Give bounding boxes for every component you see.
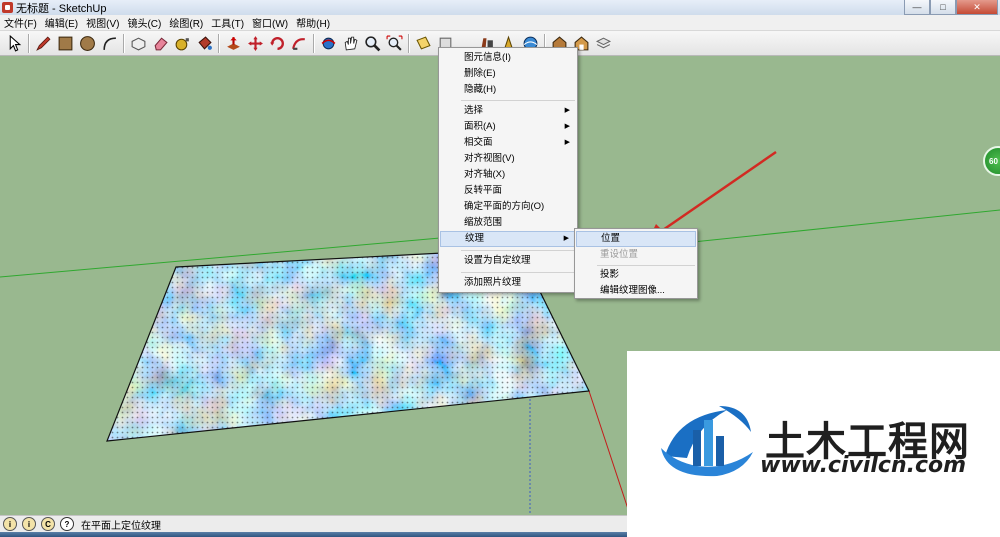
toolbar-separator (408, 33, 409, 53)
menu-file[interactable]: 文件(F) (0, 15, 41, 30)
ctx-separator (461, 100, 575, 101)
ctx-item-label: 面积(A) (464, 121, 496, 132)
ctx-zoom-selection[interactable]: 缩放范围 (440, 215, 576, 231)
section-plane-icon[interactable] (413, 33, 433, 53)
ctx-area[interactable]: 面积(A) ▶ (440, 119, 576, 135)
help-icon[interactable]: ? (60, 517, 74, 531)
geo-location-icon[interactable]: i (3, 517, 17, 531)
menu-bar: 文件(F) 编辑(E) 视图(V) 镜头(C) 绘图(R) 工具(T) 窗口(W… (0, 15, 1000, 31)
circle-icon[interactable] (77, 33, 97, 53)
rectangle-icon[interactable] (55, 33, 75, 53)
ctx-orient-faces[interactable]: 确定平面的方向(O) (440, 199, 576, 215)
ctx-item-label: 对齐轴(X) (464, 169, 506, 180)
move-icon[interactable] (245, 33, 265, 53)
push-pull-icon[interactable] (223, 33, 243, 53)
zoom-icon[interactable] (362, 33, 382, 53)
ctx-add-photo-texture[interactable]: 添加照片纹理 (440, 275, 576, 291)
zoom-extents-icon[interactable] (384, 33, 404, 53)
orbit-icon[interactable] (318, 33, 338, 53)
menu-camera[interactable]: 镜头(C) (123, 15, 165, 30)
toolbar-separator (28, 33, 29, 53)
ctx-item-label: 隐藏(H) (464, 84, 497, 95)
watermark-url-text: www.civilcn.com (760, 453, 967, 478)
ctx-item-label: 添加照片纹理 (464, 277, 522, 288)
sketchup-logo-icon (2, 2, 13, 13)
texture-submenu: 位置 重设位置 投影 编辑纹理图像... (574, 228, 698, 299)
ctx-item-label: 纹理 (465, 233, 485, 244)
pan-icon[interactable] (340, 33, 360, 53)
ctx-entity-info[interactable]: 图元信息(I) (440, 50, 576, 66)
make-component-icon[interactable] (128, 33, 148, 53)
annotation-arrow (659, 150, 777, 234)
pencil-icon[interactable] (33, 33, 53, 53)
status-message: 在平面上定位纹理 (81, 520, 161, 532)
ctx-item-label: 相交面 (464, 137, 493, 148)
minimize-button[interactable]: — (904, 0, 930, 15)
submenu-position[interactable]: 位置 (576, 231, 696, 247)
layer-icon[interactable] (593, 33, 613, 53)
ctx-item-label: 缩放范围 (464, 217, 503, 228)
submenu-arrow-icon: ▶ (563, 235, 569, 242)
menu-view[interactable]: 视图(V) (82, 15, 123, 30)
ctx-item-label: 删除(E) (464, 68, 496, 79)
toolbar-separator (123, 33, 124, 53)
submenu-arrow-icon: ▶ (564, 123, 570, 130)
red-axis-line (588, 390, 631, 515)
context-menu: 图元信息(I) 删除(E) 隐藏(H) 选择 ▶ 面积(A) ▶ 相交面 ▶ 对齐视图… (438, 47, 578, 293)
menu-tools[interactable]: 工具(T) (207, 15, 248, 30)
ctx-separator (461, 272, 575, 273)
window-title: 无标题 - SketchUp (16, 2, 107, 15)
paint-bucket-icon[interactable] (194, 33, 214, 53)
eraser-icon[interactable] (150, 33, 170, 53)
select-arrow-icon[interactable] (4, 33, 24, 53)
ctx-item-label: 图元信息(I) (464, 52, 511, 63)
window-controls: — □ ✕ (904, 0, 998, 15)
submenu-arrow-icon: ▶ (564, 107, 570, 114)
civilcn-logo-icon (661, 406, 753, 477)
toolbar-separator (313, 33, 314, 53)
menu-window[interactable]: 窗口(W) (248, 15, 292, 30)
ctx-align-axes[interactable]: 对齐轴(X) (440, 167, 576, 183)
submenu-edit-texture-image[interactable]: 编辑纹理图像... (576, 283, 696, 299)
arc-icon[interactable] (99, 33, 119, 53)
ctx-separator (461, 250, 575, 251)
ctx-item-label: 确定平面的方向(O) (464, 201, 545, 212)
maximize-button[interactable]: □ (930, 0, 956, 15)
submenu-arrow-icon: ▶ (564, 139, 570, 146)
ctx-item-label: 设置为自定纹理 (464, 255, 531, 266)
toolbar-separator (218, 33, 219, 53)
ctx-make-unique-texture[interactable]: 设置为自定纹理 (440, 253, 576, 269)
ctx-reverse-face[interactable]: 反转平面 (440, 183, 576, 199)
ctx-item-label: 对齐视图(V) (464, 153, 515, 164)
ctx-align-view[interactable]: 对齐视图(V) (440, 151, 576, 167)
submenu-separator (597, 265, 695, 266)
user-icon[interactable]: C (41, 517, 55, 531)
menu-help[interactable]: 帮助(H) (292, 15, 334, 30)
ctx-delete[interactable]: 删除(E) (440, 66, 576, 82)
ctx-hide[interactable]: 隐藏(H) (440, 82, 576, 98)
tape-measure-icon[interactable] (172, 33, 192, 53)
ctx-texture[interactable]: 纹理 ▶ (440, 231, 576, 247)
ctx-item-label: 反转平面 (464, 185, 503, 196)
submenu-reset-position: 重设位置 (600, 249, 639, 260)
title-bar: 无标题 - SketchUp — □ ✕ (0, 0, 1000, 15)
credits-icon[interactable]: i (22, 517, 36, 531)
menu-edit[interactable]: 编辑(E) (41, 15, 82, 30)
watermark: 土木工程网 www.civilcn.com (627, 351, 1000, 537)
follow-me-icon[interactable] (289, 33, 309, 53)
ctx-intersect[interactable]: 相交面 ▶ (440, 135, 576, 151)
ctx-item-label: 选择 (464, 105, 484, 116)
submenu-projected[interactable]: 投影 (576, 267, 696, 283)
close-button[interactable]: ✕ (956, 0, 998, 15)
menu-draw[interactable]: 绘图(R) (165, 15, 207, 30)
ctx-select[interactable]: 选择 ▶ (440, 103, 576, 119)
rotate-icon[interactable] (267, 33, 287, 53)
